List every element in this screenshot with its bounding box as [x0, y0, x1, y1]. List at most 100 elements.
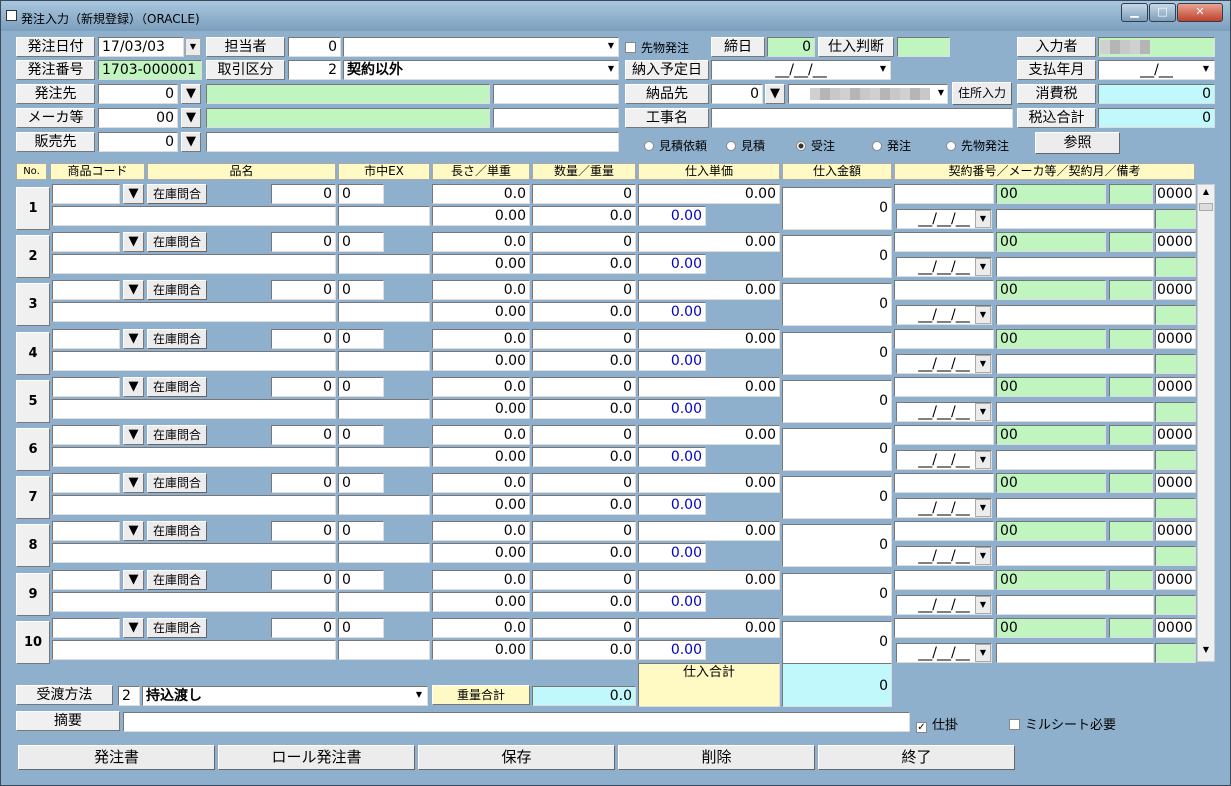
product-code-input[interactable]: [52, 184, 120, 204]
ex-input[interactable]: 0: [338, 232, 384, 253]
stock-inquiry-button[interactable]: 在庫問合: [147, 617, 207, 638]
unit-price-input[interactable]: 0.00: [638, 232, 780, 253]
contract-date-dropdown-icon[interactable]: ▼: [975, 402, 991, 421]
weight-input[interactable]: 0.0: [532, 591, 636, 612]
length-input[interactable]: 0.0: [432, 425, 530, 445]
maker-code-input[interactable]: 00: [996, 184, 1106, 204]
note-input[interactable]: [996, 257, 1154, 278]
product-code-input[interactable]: [52, 232, 120, 253]
mill-sheet-checkbox[interactable]: ミルシート必要: [1009, 714, 1116, 733]
maker-code-input[interactable]: 00: [996, 328, 1106, 349]
stock-inquiry-button[interactable]: 在庫問合: [147, 376, 207, 397]
contract-date-dropdown-icon[interactable]: ▼: [975, 306, 991, 325]
ex-extra-input[interactable]: [338, 543, 430, 564]
note-extra-input[interactable]: [1155, 450, 1196, 470]
product-name-input[interactable]: [52, 254, 336, 275]
contract-date-dropdown-icon[interactable]: ▼: [975, 643, 991, 662]
stock-inquiry-button[interactable]: 在庫問合: [147, 328, 207, 349]
qty-input[interactable]: 0: [271, 425, 336, 445]
qty-input[interactable]: 0: [271, 521, 336, 542]
product-code-input[interactable]: [52, 328, 120, 349]
amount-input[interactable]: 0: [532, 184, 636, 204]
contract-date-dropdown-icon[interactable]: ▼: [975, 210, 991, 228]
amount-input[interactable]: 0: [532, 280, 636, 301]
maker-code-input[interactable]: 00: [996, 521, 1106, 542]
product-name-input[interactable]: [52, 591, 336, 612]
vertical-scrollbar[interactable]: ▲ ▼: [1197, 184, 1215, 662]
note-input[interactable]: [996, 353, 1154, 374]
length2-input[interactable]: 0.00: [432, 302, 530, 323]
contract-date-dropdown-icon[interactable]: ▼: [975, 258, 991, 277]
note-extra-input[interactable]: [1155, 546, 1196, 567]
note-extra-input[interactable]: [1155, 401, 1196, 422]
note-input[interactable]: [996, 209, 1154, 229]
weight-input[interactable]: 0.0: [532, 398, 636, 419]
contract-no-input[interactable]: [894, 376, 994, 397]
unit-price-input[interactable]: 0.00: [638, 328, 780, 349]
qty-input[interactable]: 0: [271, 328, 336, 349]
ex-extra-input[interactable]: [338, 447, 430, 467]
length2-input[interactable]: 0.00: [432, 591, 530, 612]
length2-input[interactable]: 0.00: [432, 398, 530, 419]
product-code-dropdown-icon[interactable]: ▼: [123, 328, 144, 349]
length2-input[interactable]: 0.00: [432, 447, 530, 467]
product-name-input[interactable]: [52, 302, 336, 323]
length2-input[interactable]: 0.00: [432, 350, 530, 371]
ex-input[interactable]: 0: [338, 617, 384, 638]
maker-code-input[interactable]: 00: [996, 473, 1106, 494]
contract-no-input[interactable]: [894, 521, 994, 542]
length2-input[interactable]: 0.00: [432, 495, 530, 516]
contract-month-input[interactable]: [1109, 184, 1153, 204]
maker-code-input[interactable]: 00: [996, 280, 1106, 301]
product-code-input[interactable]: [52, 569, 120, 590]
contract-month-input[interactable]: [1109, 473, 1153, 494]
note-extra-input[interactable]: [1155, 498, 1196, 519]
note-extra-input[interactable]: [1155, 209, 1196, 229]
stock-inquiry-button[interactable]: 在庫問合: [147, 569, 207, 590]
unit-price-input[interactable]: 0.00: [638, 473, 780, 494]
qty-input[interactable]: 0: [271, 184, 336, 204]
note-extra-input[interactable]: [1155, 257, 1196, 278]
length2-input[interactable]: 0.00: [432, 543, 530, 564]
month-code-input[interactable]: 0000: [1155, 425, 1196, 445]
ex-input[interactable]: 0: [338, 280, 384, 301]
amount-input[interactable]: 0: [532, 425, 636, 445]
product-name-input[interactable]: [52, 206, 336, 226]
ex-input[interactable]: 0: [338, 473, 384, 494]
delivery-method-dropdown-icon[interactable]: ▼: [411, 687, 427, 705]
contract-date-dropdown-icon[interactable]: ▼: [975, 547, 991, 566]
amount-input[interactable]: 0: [532, 232, 636, 253]
product-code-input[interactable]: [52, 280, 120, 301]
scroll-down-icon[interactable]: ▼: [1199, 645, 1213, 659]
ex-input[interactable]: 0: [338, 521, 384, 542]
product-name-input[interactable]: [52, 495, 336, 516]
contract-month-input[interactable]: [1109, 376, 1153, 397]
note-input[interactable]: [996, 642, 1154, 663]
amount-input[interactable]: 0: [532, 376, 636, 397]
unit-price-input[interactable]: 0.00: [638, 521, 780, 542]
length-input[interactable]: 0.0: [432, 473, 530, 494]
unit-price-input[interactable]: 0.00: [638, 376, 780, 397]
scroll-up-icon[interactable]: ▲: [1199, 187, 1213, 201]
contract-month-input[interactable]: [1109, 425, 1153, 445]
contract-no-input[interactable]: [894, 569, 994, 590]
month-code-input[interactable]: 0000: [1155, 328, 1196, 349]
maker-code-input[interactable]: 00: [996, 569, 1106, 590]
amount-input[interactable]: 0: [532, 521, 636, 542]
stock-inquiry-button[interactable]: 在庫問合: [147, 184, 207, 204]
product-code-dropdown-icon[interactable]: ▼: [123, 376, 144, 397]
note-input[interactable]: [996, 401, 1154, 422]
product-code-dropdown-icon[interactable]: ▼: [123, 521, 144, 542]
roll-order-sheet-button[interactable]: ロール発注書: [218, 745, 415, 770]
weight-input[interactable]: 0.0: [532, 639, 636, 660]
qty-input[interactable]: 0: [271, 473, 336, 494]
month-code-input[interactable]: 0000: [1155, 376, 1196, 397]
note-input[interactable]: [996, 594, 1154, 615]
contract-no-input[interactable]: [894, 184, 994, 204]
ex-extra-input[interactable]: [338, 639, 430, 660]
product-name-input[interactable]: [52, 447, 336, 467]
note-extra-input[interactable]: [1155, 353, 1196, 374]
product-code-input[interactable]: [52, 473, 120, 494]
contract-month-input[interactable]: [1109, 617, 1153, 638]
delete-button[interactable]: 削除: [618, 745, 815, 770]
